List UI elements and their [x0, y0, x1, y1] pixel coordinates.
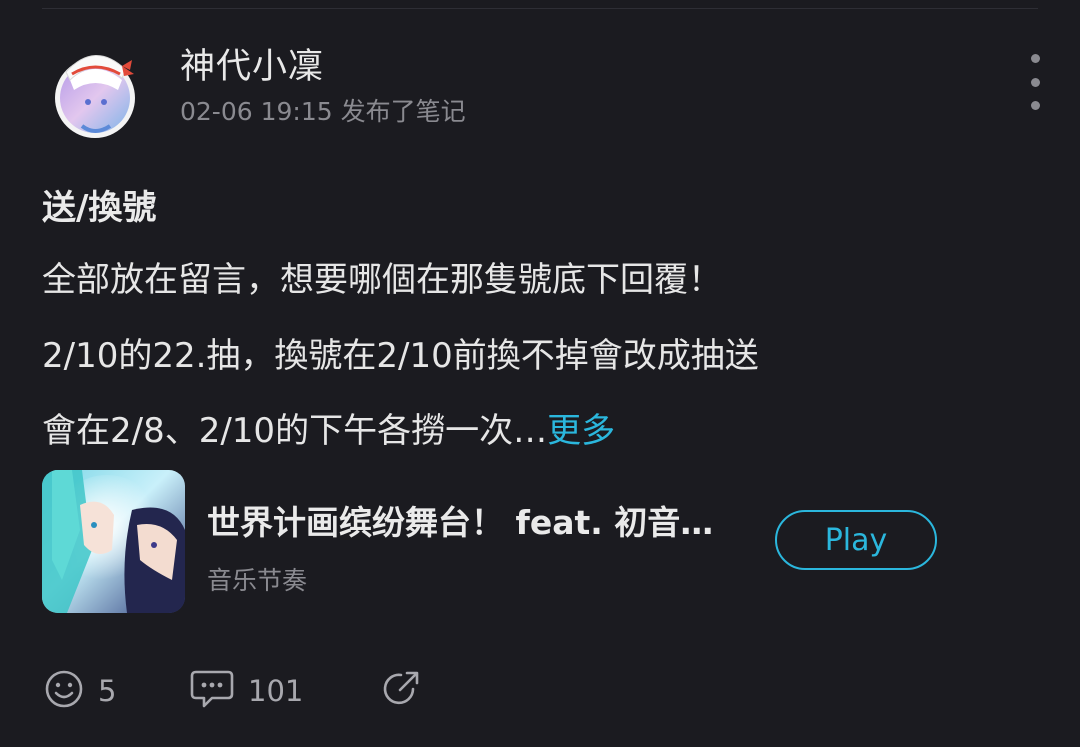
post-text-line: 全部放在留言，想要哪個在那隻號底下回覆！ — [42, 260, 722, 300]
post-title: 送/換號 — [42, 188, 157, 228]
like-count: 5 — [98, 674, 117, 708]
share-icon — [380, 668, 422, 714]
game-category: 音乐节奏 — [207, 566, 308, 595]
smiley-icon — [44, 669, 84, 713]
like-button[interactable]: 5 — [44, 668, 116, 714]
game-title[interactable]: 世界计画缤纷舞台！ feat. 初音… — [207, 496, 713, 544]
more-vertical-icon[interactable] — [1020, 54, 1050, 110]
dot — [1030, 54, 1040, 63]
post-timestamp: 02-06 19:15 发布了笔记 — [180, 97, 466, 126]
share-button[interactable] — [380, 668, 422, 714]
post-text-line: 2/10的22.抽，換號在2/10前換不掉會改成抽送 — [42, 336, 759, 376]
top-divider — [42, 8, 1038, 9]
post-text-line: 會在2/8、2/10的下午各撈一次…更多 — [42, 403, 615, 452]
expand-more-link[interactable]: 更多 — [547, 411, 615, 451]
comment-icon — [190, 668, 234, 714]
dot — [1030, 101, 1040, 110]
avatar[interactable] — [52, 40, 142, 140]
play-button[interactable]: Play — [775, 510, 937, 570]
post-card: 神代小凜 02-06 19:15 发布了笔记 送/換號 全部放在留言，想要哪個在… — [0, 0, 1080, 747]
game-thumbnail[interactable] — [42, 470, 185, 613]
comment-button[interactable]: 101 — [190, 668, 303, 714]
dot — [1030, 77, 1040, 87]
comment-count: 101 — [248, 674, 304, 708]
author-name[interactable]: 神代小凜 — [180, 38, 324, 89]
post-text-tail: 會在2/8、2/10的下午各撈一次… — [42, 411, 548, 451]
